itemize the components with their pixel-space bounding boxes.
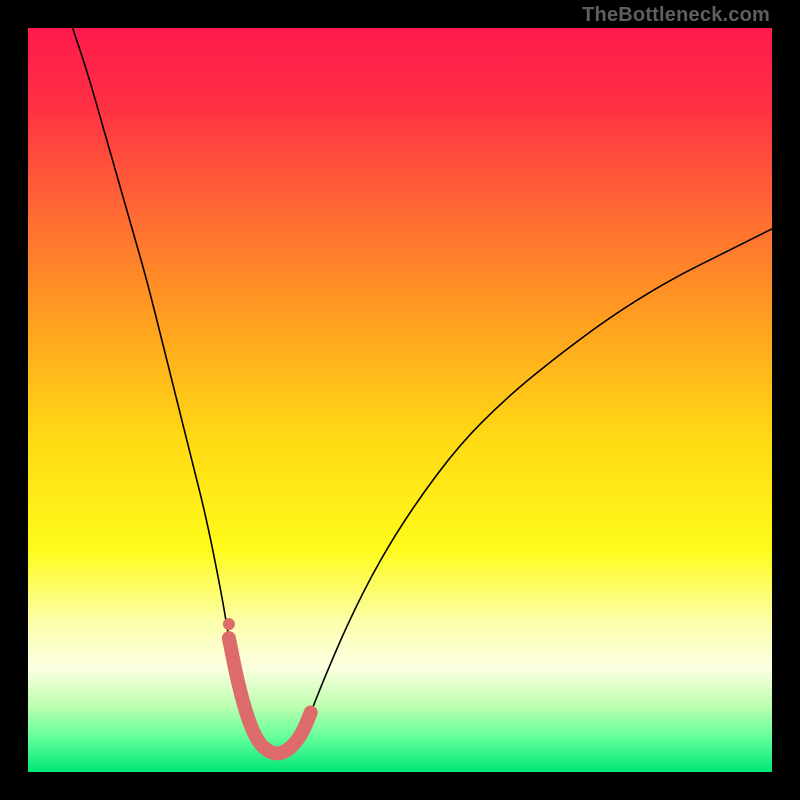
chart-frame: TheBottleneck.com (0, 0, 800, 800)
plot-area (28, 28, 772, 772)
salmon-marker-dot (223, 618, 235, 630)
bottleneck-curve (73, 28, 772, 753)
watermark-text: TheBottleneck.com (582, 4, 770, 27)
salmon-marker-band (229, 638, 311, 753)
curve-layer (28, 28, 772, 772)
